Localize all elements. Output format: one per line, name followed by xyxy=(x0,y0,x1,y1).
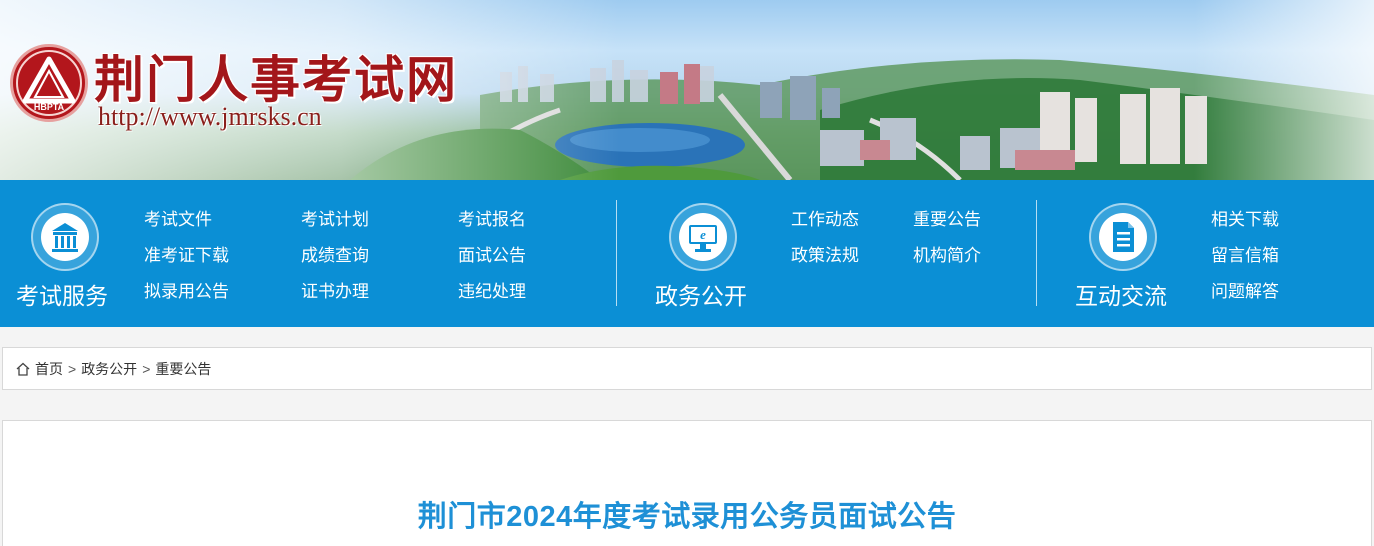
nav-link-exam-documents[interactable]: 考试文件 xyxy=(144,205,212,230)
nav-group-title[interactable]: 政务公开 xyxy=(655,277,747,311)
nav-link-hiring-notice[interactable]: 拟录用公告 xyxy=(144,277,229,302)
nav-link-exam-plan[interactable]: 考试计划 xyxy=(301,205,369,230)
article-panel: 荆门市2024年度考试录用公务员面试公告 xyxy=(2,420,1372,546)
nav-icon-circle xyxy=(31,203,99,271)
nav-group-interaction: 互动交流 相关下载 留言信箱 问题解答 xyxy=(1040,180,1374,327)
nav-group-government-affairs: e 政务公开 工作动态 重要公告 政策法规 机构简介 xyxy=(620,180,1032,327)
nav-link-score-query[interactable]: 成绩查询 xyxy=(301,241,369,266)
nav-link-faq[interactable]: 问题解答 xyxy=(1211,277,1279,302)
nav-icon-circle xyxy=(1089,203,1157,271)
nav-link-certificate[interactable]: 证书办理 xyxy=(301,277,369,302)
logo-text: HBPTA xyxy=(34,102,65,112)
document-icon xyxy=(1113,222,1134,252)
nav-icon-circle: e xyxy=(669,203,737,271)
main-nav: 考试服务 考试文件 考试计划 考试报名 准考证下载 成绩查询 面试公告 拟录用公… xyxy=(0,180,1374,327)
nav-link-work-news[interactable]: 工作动态 xyxy=(791,205,859,230)
nav-link-violation-handling[interactable]: 违纪处理 xyxy=(458,277,526,302)
nav-link-important-notices[interactable]: 重要公告 xyxy=(913,205,981,230)
logo-emblem-icon: HBPTA xyxy=(16,50,82,116)
breadcrumb-home[interactable]: 首页 xyxy=(35,359,63,379)
site-url: http://www.jmrsks.cn xyxy=(98,102,322,131)
breadcrumb-important-notices[interactable]: 重要公告 xyxy=(155,359,211,379)
breadcrumb: 首页 > 政务公开 > 重要公告 xyxy=(2,347,1372,390)
nav-link-exam-registration[interactable]: 考试报名 xyxy=(458,205,526,230)
site-logo[interactable]: HBPTA xyxy=(10,44,88,122)
nav-link-organization-profile[interactable]: 机构简介 xyxy=(913,241,981,266)
nav-link-policies-regulations[interactable]: 政策法规 xyxy=(791,241,859,266)
monitor-e-icon: e xyxy=(689,225,717,252)
breadcrumb-government-affairs[interactable]: 政务公开 xyxy=(81,359,137,379)
nav-divider xyxy=(616,200,617,306)
breadcrumb-separator: > xyxy=(68,360,77,377)
nav-link-interview-notice[interactable]: 面试公告 xyxy=(458,241,526,266)
breadcrumb-separator: > xyxy=(142,360,151,377)
home-icon xyxy=(16,362,30,376)
article-title: 荆门市2024年度考试录用公务员面试公告 xyxy=(417,501,957,533)
svg-text:e: e xyxy=(700,227,706,242)
nav-link-admission-ticket[interactable]: 准考证下载 xyxy=(144,241,229,266)
nav-link-downloads[interactable]: 相关下载 xyxy=(1211,205,1279,230)
building-icon xyxy=(52,223,78,252)
nav-group-exam-service: 考试服务 考试文件 考试计划 考试报名 准考证下载 成绩查询 面试公告 拟录用公… xyxy=(0,180,610,327)
header-banner: HBPTA 荆门人事考试网 http://www.jmrsks.cn xyxy=(0,0,1374,180)
nav-group-title[interactable]: 互动交流 xyxy=(1075,277,1167,311)
nav-group-title[interactable]: 考试服务 xyxy=(16,277,108,311)
nav-divider xyxy=(1036,200,1037,306)
nav-link-message-box[interactable]: 留言信箱 xyxy=(1211,241,1279,266)
